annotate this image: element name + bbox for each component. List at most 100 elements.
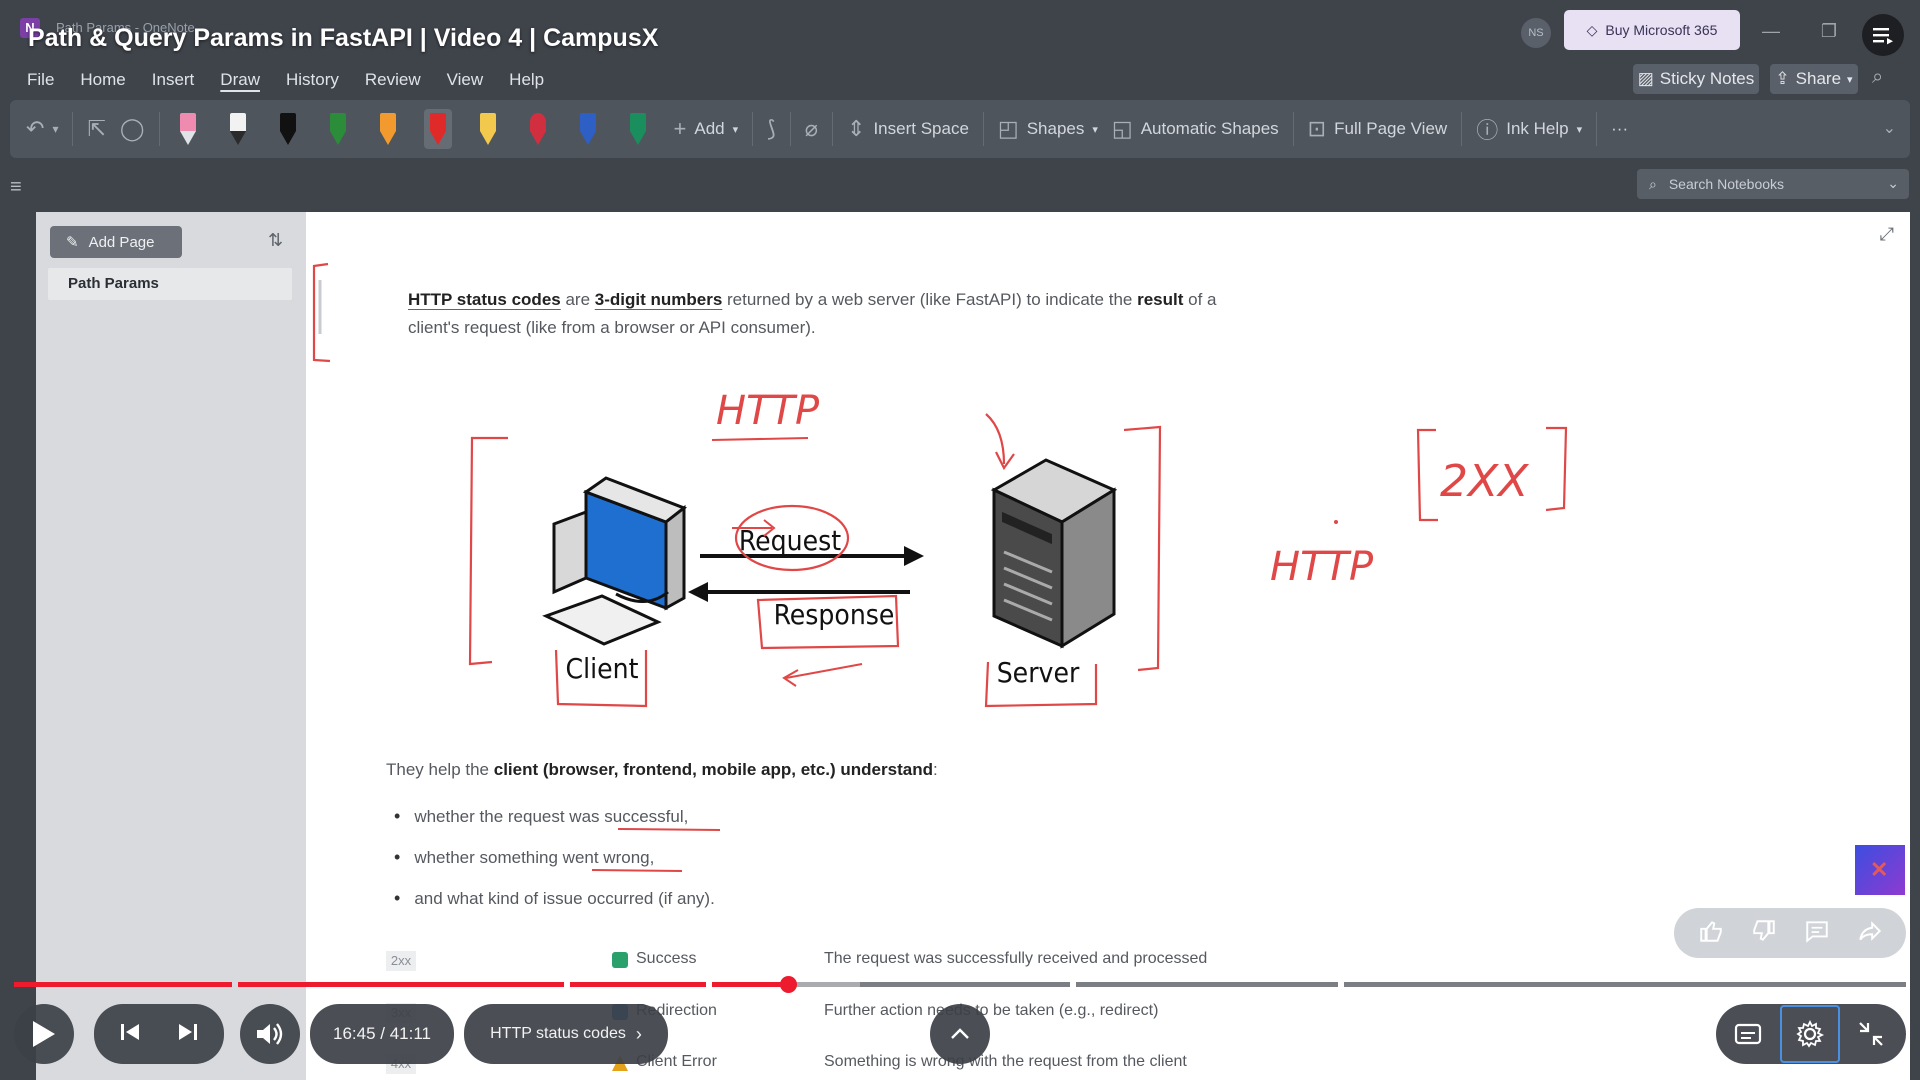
insert-space-icon: ⇕ — [847, 116, 866, 141]
status-label: Success — [636, 950, 697, 967]
highlighter-yellow-icon[interactable] — [474, 109, 502, 149]
sticky-note-icon: ▨ — [1637, 69, 1654, 88]
highlighter-orange-icon[interactable] — [374, 109, 402, 149]
menu-review[interactable]: Review — [352, 68, 434, 92]
prev-next-group — [94, 1004, 224, 1064]
dislike-icon[interactable] — [1751, 918, 1777, 949]
pen-blue-icon[interactable] — [574, 109, 602, 149]
previous-icon[interactable] — [119, 1021, 141, 1048]
expand-up-button[interactable] — [930, 1004, 990, 1064]
menu-file[interactable]: File — [14, 68, 67, 92]
pen-black-icon[interactable] — [274, 109, 302, 149]
share-arrow-icon[interactable] — [1857, 918, 1883, 949]
lasso-select-icon[interactable]: ◯ — [120, 116, 145, 142]
ink-dot — [1334, 520, 1338, 524]
chapter-segment[interactable] — [238, 982, 564, 987]
chapter-button[interactable]: HTTP status codes › — [464, 1004, 668, 1064]
pen-red-selected-icon[interactable] — [423, 109, 452, 149]
like-icon[interactable] — [1698, 918, 1724, 949]
chevron-right-icon: › — [635, 1023, 642, 1044]
status-description: Something is wrong with the request from… — [824, 1053, 1187, 1070]
pen-red-pin-icon[interactable] — [524, 109, 552, 149]
restore-icon[interactable]: ❐ — [1814, 16, 1844, 46]
divider — [1461, 112, 1463, 146]
eraser-icon[interactable]: ⌀ — [805, 116, 818, 142]
volume-button[interactable] — [240, 1004, 300, 1064]
divider — [1596, 112, 1598, 146]
pen-teal-icon[interactable] — [624, 109, 652, 149]
hamburger-icon[interactable]: ≡ — [10, 176, 22, 199]
pen-green-icon[interactable] — [324, 109, 352, 149]
share-label: Share — [1795, 69, 1842, 88]
more-options-button[interactable]: ··· — [1611, 119, 1628, 139]
chapter-segment[interactable] — [570, 982, 706, 987]
full-page-view-button[interactable]: ⊡ Full Page View — [1308, 116, 1448, 142]
sticky-notes-button[interactable]: ▨ Sticky Notes — [1633, 64, 1759, 94]
note-canvas[interactable]: ⤢ HTTP status codes are 3-digit numbers … — [306, 212, 1910, 1080]
exit-fullscreen-icon[interactable] — [1856, 1019, 1886, 1054]
ink-help-label: Ink Help — [1506, 119, 1569, 138]
ink-arrow — [985, 413, 1006, 465]
chevron-down-icon[interactable]: ⌄ — [1887, 175, 1899, 192]
reaction-bar — [1674, 908, 1906, 958]
select-pointer-icon[interactable]: ⇱ — [87, 116, 105, 142]
chevron-down-icon: ▾ — [1092, 123, 1098, 136]
automatic-shapes-button[interactable]: ◱ Automatic Shapes — [1112, 116, 1279, 142]
pen-eraser-pink-icon[interactable] — [174, 109, 202, 149]
shapes-button[interactable]: ◰ Shapes ▾ — [998, 116, 1098, 142]
chapter-segment[interactable] — [1076, 982, 1338, 987]
progress-scrubber[interactable] — [780, 976, 797, 993]
chapter-segment[interactable] — [712, 982, 784, 987]
comment-icon[interactable] — [1804, 918, 1830, 949]
divider — [752, 112, 754, 146]
buy-microsoft-365-button[interactable]: ◇ Buy Microsoft 365 — [1564, 10, 1740, 50]
playlist-icon — [1873, 28, 1893, 45]
next-icon[interactable] — [177, 1021, 199, 1048]
pen-white-icon[interactable] — [224, 109, 252, 149]
playlist-menu-button[interactable] — [1862, 14, 1904, 56]
ink-bracket — [1416, 428, 1438, 522]
menu-help[interactable]: Help — [496, 68, 557, 92]
draw-ribbon: ↶ ▾ ⇱ ◯ + Add ▾ ⟆ ⌀ ⇕ Insert Space ◰ Shapes ▾… — [10, 100, 1910, 158]
search-notebooks-input[interactable]: ⌕ Search Notebooks ⌄ — [1637, 169, 1909, 199]
play-button[interactable] — [14, 1004, 74, 1064]
chapter-segment[interactable] — [1344, 982, 1906, 987]
channel-watermark[interactable]: ✕ — [1855, 845, 1905, 895]
undo-icon[interactable]: ↶ ▾ — [26, 116, 58, 142]
ribbon-collapse-icon[interactable]: ⌄ — [1883, 118, 1896, 138]
ink-to-shape-icon[interactable]: ⟆ — [767, 116, 776, 142]
ink-2xx-label: 2XX — [1440, 456, 1529, 507]
title-bar: N Path Params - OneNote Path & Query Par… — [0, 0, 1920, 68]
menu-history[interactable]: History — [273, 68, 352, 92]
add-page-button[interactable]: ✎ Add Page — [50, 226, 182, 258]
ink-help-button[interactable]: ⓘ Ink Help ▾ — [1476, 113, 1582, 145]
captions-icon[interactable] — [1733, 1019, 1763, 1054]
settings-button[interactable] — [1780, 1005, 1840, 1063]
menu-insert[interactable]: Insert — [139, 68, 208, 92]
plus-icon: + — [673, 116, 687, 141]
client-computer-icon — [542, 476, 688, 646]
server-label: Server — [997, 656, 1080, 689]
onenote-video-frame: N Path Params - OneNote Path & Query Par… — [0, 0, 1920, 1080]
menu-home[interactable]: Home — [67, 68, 138, 92]
progress-bar[interactable] — [14, 982, 1906, 988]
help-bold: client (browser, frontend, mobile app, e… — [493, 760, 933, 779]
feedback-icon[interactable]: ⌕ — [1872, 66, 1883, 89]
video-title[interactable]: Path & Query Params in FastAPI | Video 4… — [28, 24, 658, 53]
share-button[interactable]: ⇪ Share ▾ — [1770, 64, 1858, 94]
sort-icon[interactable]: ⇅ — [268, 230, 283, 251]
insert-space-label: Insert Space — [873, 119, 969, 138]
add-pen-button[interactable]: + Add ▾ — [674, 116, 739, 142]
divider — [789, 112, 791, 146]
chapter-segment[interactable] — [14, 982, 232, 987]
avatar[interactable]: NS — [1521, 18, 1551, 48]
table-row: 2xx Success The request was successfully… — [384, 948, 1284, 974]
chevron-down-icon: ▾ — [1847, 73, 1853, 86]
insert-space-button[interactable]: ⇕ Insert Space — [847, 116, 969, 142]
check-icon — [612, 952, 628, 968]
page-item-path-params[interactable]: Path Params — [48, 268, 292, 300]
minimize-icon[interactable]: — — [1756, 16, 1786, 46]
menu-draw[interactable]: Draw — [207, 68, 273, 92]
chapter-segment[interactable] — [860, 982, 1070, 987]
menu-view[interactable]: View — [434, 68, 497, 92]
